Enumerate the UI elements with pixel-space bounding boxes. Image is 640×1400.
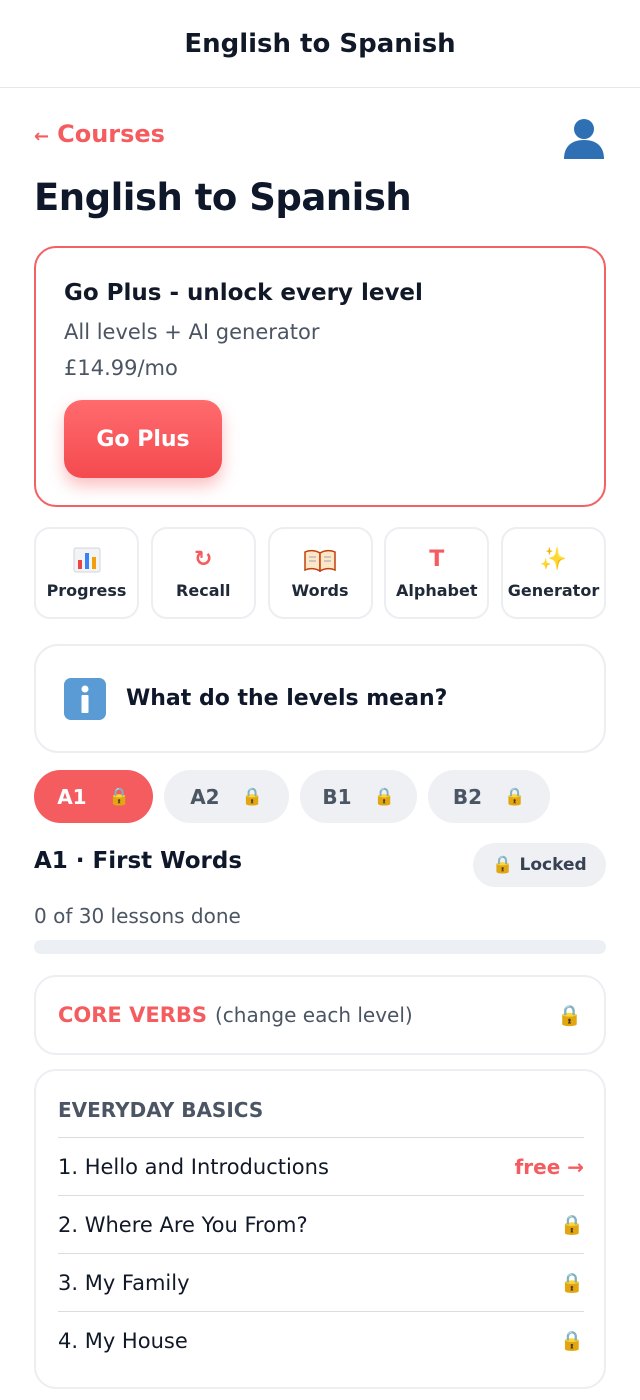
core-verbs-card[interactable]: CORE VERBS (change each level) 🔒: [34, 975, 606, 1055]
top-bar: English to Spanish: [0, 0, 640, 88]
go-plus-price: £14.99/mo: [64, 356, 178, 380]
tool-recall[interactable]: ↻ Recall: [150, 527, 256, 619]
tool-generator[interactable]: ✨ Generator: [501, 527, 606, 619]
go-plus-subtitle: All levels + AI generator: [64, 320, 320, 344]
lesson-item[interactable]: 4. My House 🔒: [58, 1311, 584, 1369]
tab-label: A2: [190, 784, 220, 809]
everyday-basics-card: EVERYDAY BASICS 1. Hello and Introductio…: [34, 1069, 606, 1389]
user-icon[interactable]: [562, 116, 606, 160]
tab-label: B2: [452, 784, 482, 809]
everyday-basics-title: EVERYDAY BASICS: [58, 1098, 264, 1122]
lock-icon: 🔒: [373, 786, 395, 807]
lesson-title: 1. Hello and Introductions: [58, 1154, 329, 1179]
levels-info-card[interactable]: What do the levels mean?: [34, 644, 606, 753]
lesson-list: 1. Hello and Introductions free → 2. Whe…: [58, 1137, 584, 1369]
tools-row: Progress ↻ Recall Words T Alphabet ✨ Gen…: [34, 527, 606, 619]
lock-icon: 🔒: [108, 786, 130, 807]
go-plus-button[interactable]: Go Plus: [64, 400, 222, 478]
letter-t-icon: T: [429, 547, 445, 572]
tab-b1[interactable]: B1 🔒: [300, 770, 417, 823]
tool-words[interactable]: Words: [267, 527, 373, 619]
refresh-icon: ↻: [194, 547, 213, 572]
tool-progress[interactable]: Progress: [34, 527, 139, 619]
lock-icon: 🔒: [560, 1214, 584, 1236]
lesson-item[interactable]: 3. My Family 🔒: [58, 1253, 584, 1311]
page-title: English to Spanish: [34, 176, 412, 219]
tool-label: Words: [291, 580, 349, 600]
top-bar-title: English to Spanish: [184, 28, 456, 59]
lock-icon: 🔒: [560, 1272, 584, 1294]
lesson-item[interactable]: 2. Where Are You From? 🔒: [58, 1195, 584, 1253]
locked-badge: 🔒 Locked: [473, 843, 606, 887]
tab-b2[interactable]: B2 🔒: [428, 770, 550, 823]
tab-a2[interactable]: A2 🔒: [164, 770, 289, 823]
lock-icon: 🔒: [492, 855, 514, 875]
levels-info-label: What do the levels mean?: [126, 686, 448, 711]
lesson-title: 4. My House: [58, 1328, 188, 1353]
lesson-title: 2. Where Are You From?: [58, 1212, 308, 1237]
tab-label: B1: [322, 784, 352, 809]
lock-icon: 🔒: [241, 786, 263, 807]
bar-chart-icon: [73, 547, 101, 573]
back-arrow-icon: ←: [34, 125, 50, 147]
level-heading: A1 · First Words: [34, 848, 243, 874]
lesson-item[interactable]: 1. Hello and Introductions free →: [58, 1137, 584, 1195]
tool-label: Progress: [46, 580, 127, 600]
core-verbs-note: (change each level): [215, 1003, 413, 1027]
level-tabs: A1 🔒 A2 🔒 B1 🔒 B2 🔒: [34, 770, 550, 823]
core-verbs-title: CORE VERBS: [58, 1003, 207, 1027]
lock-icon: 🔒: [557, 1003, 582, 1027]
info-icon: [64, 677, 106, 720]
tool-label: Generator: [507, 580, 600, 600]
lesson-title: 3. My Family: [58, 1270, 190, 1295]
back-to-courses-link[interactable]: ← Courses: [34, 120, 165, 148]
lock-icon: 🔒: [560, 1330, 584, 1352]
tool-alphabet[interactable]: T Alphabet: [384, 527, 490, 619]
sparkles-icon: ✨: [539, 547, 568, 572]
go-plus-title: Go Plus - unlock every level: [64, 280, 423, 306]
lessons-progress-bar: [34, 940, 606, 954]
open-book-icon: [304, 547, 336, 573]
tool-label: Recall: [176, 580, 231, 600]
tab-a1[interactable]: A1 🔒: [34, 770, 153, 823]
go-plus-card: Go Plus - unlock every level All levels …: [34, 246, 606, 507]
lesson-free-link[interactable]: free →: [515, 1155, 584, 1179]
tab-label: A1: [57, 784, 87, 809]
lock-icon: 🔒: [504, 786, 526, 807]
locked-badge-label: Locked: [519, 855, 587, 875]
lessons-progress-text: 0 of 30 lessons done: [34, 904, 241, 928]
back-link-label: Courses: [57, 120, 165, 148]
tool-label: Alphabet: [396, 580, 478, 600]
